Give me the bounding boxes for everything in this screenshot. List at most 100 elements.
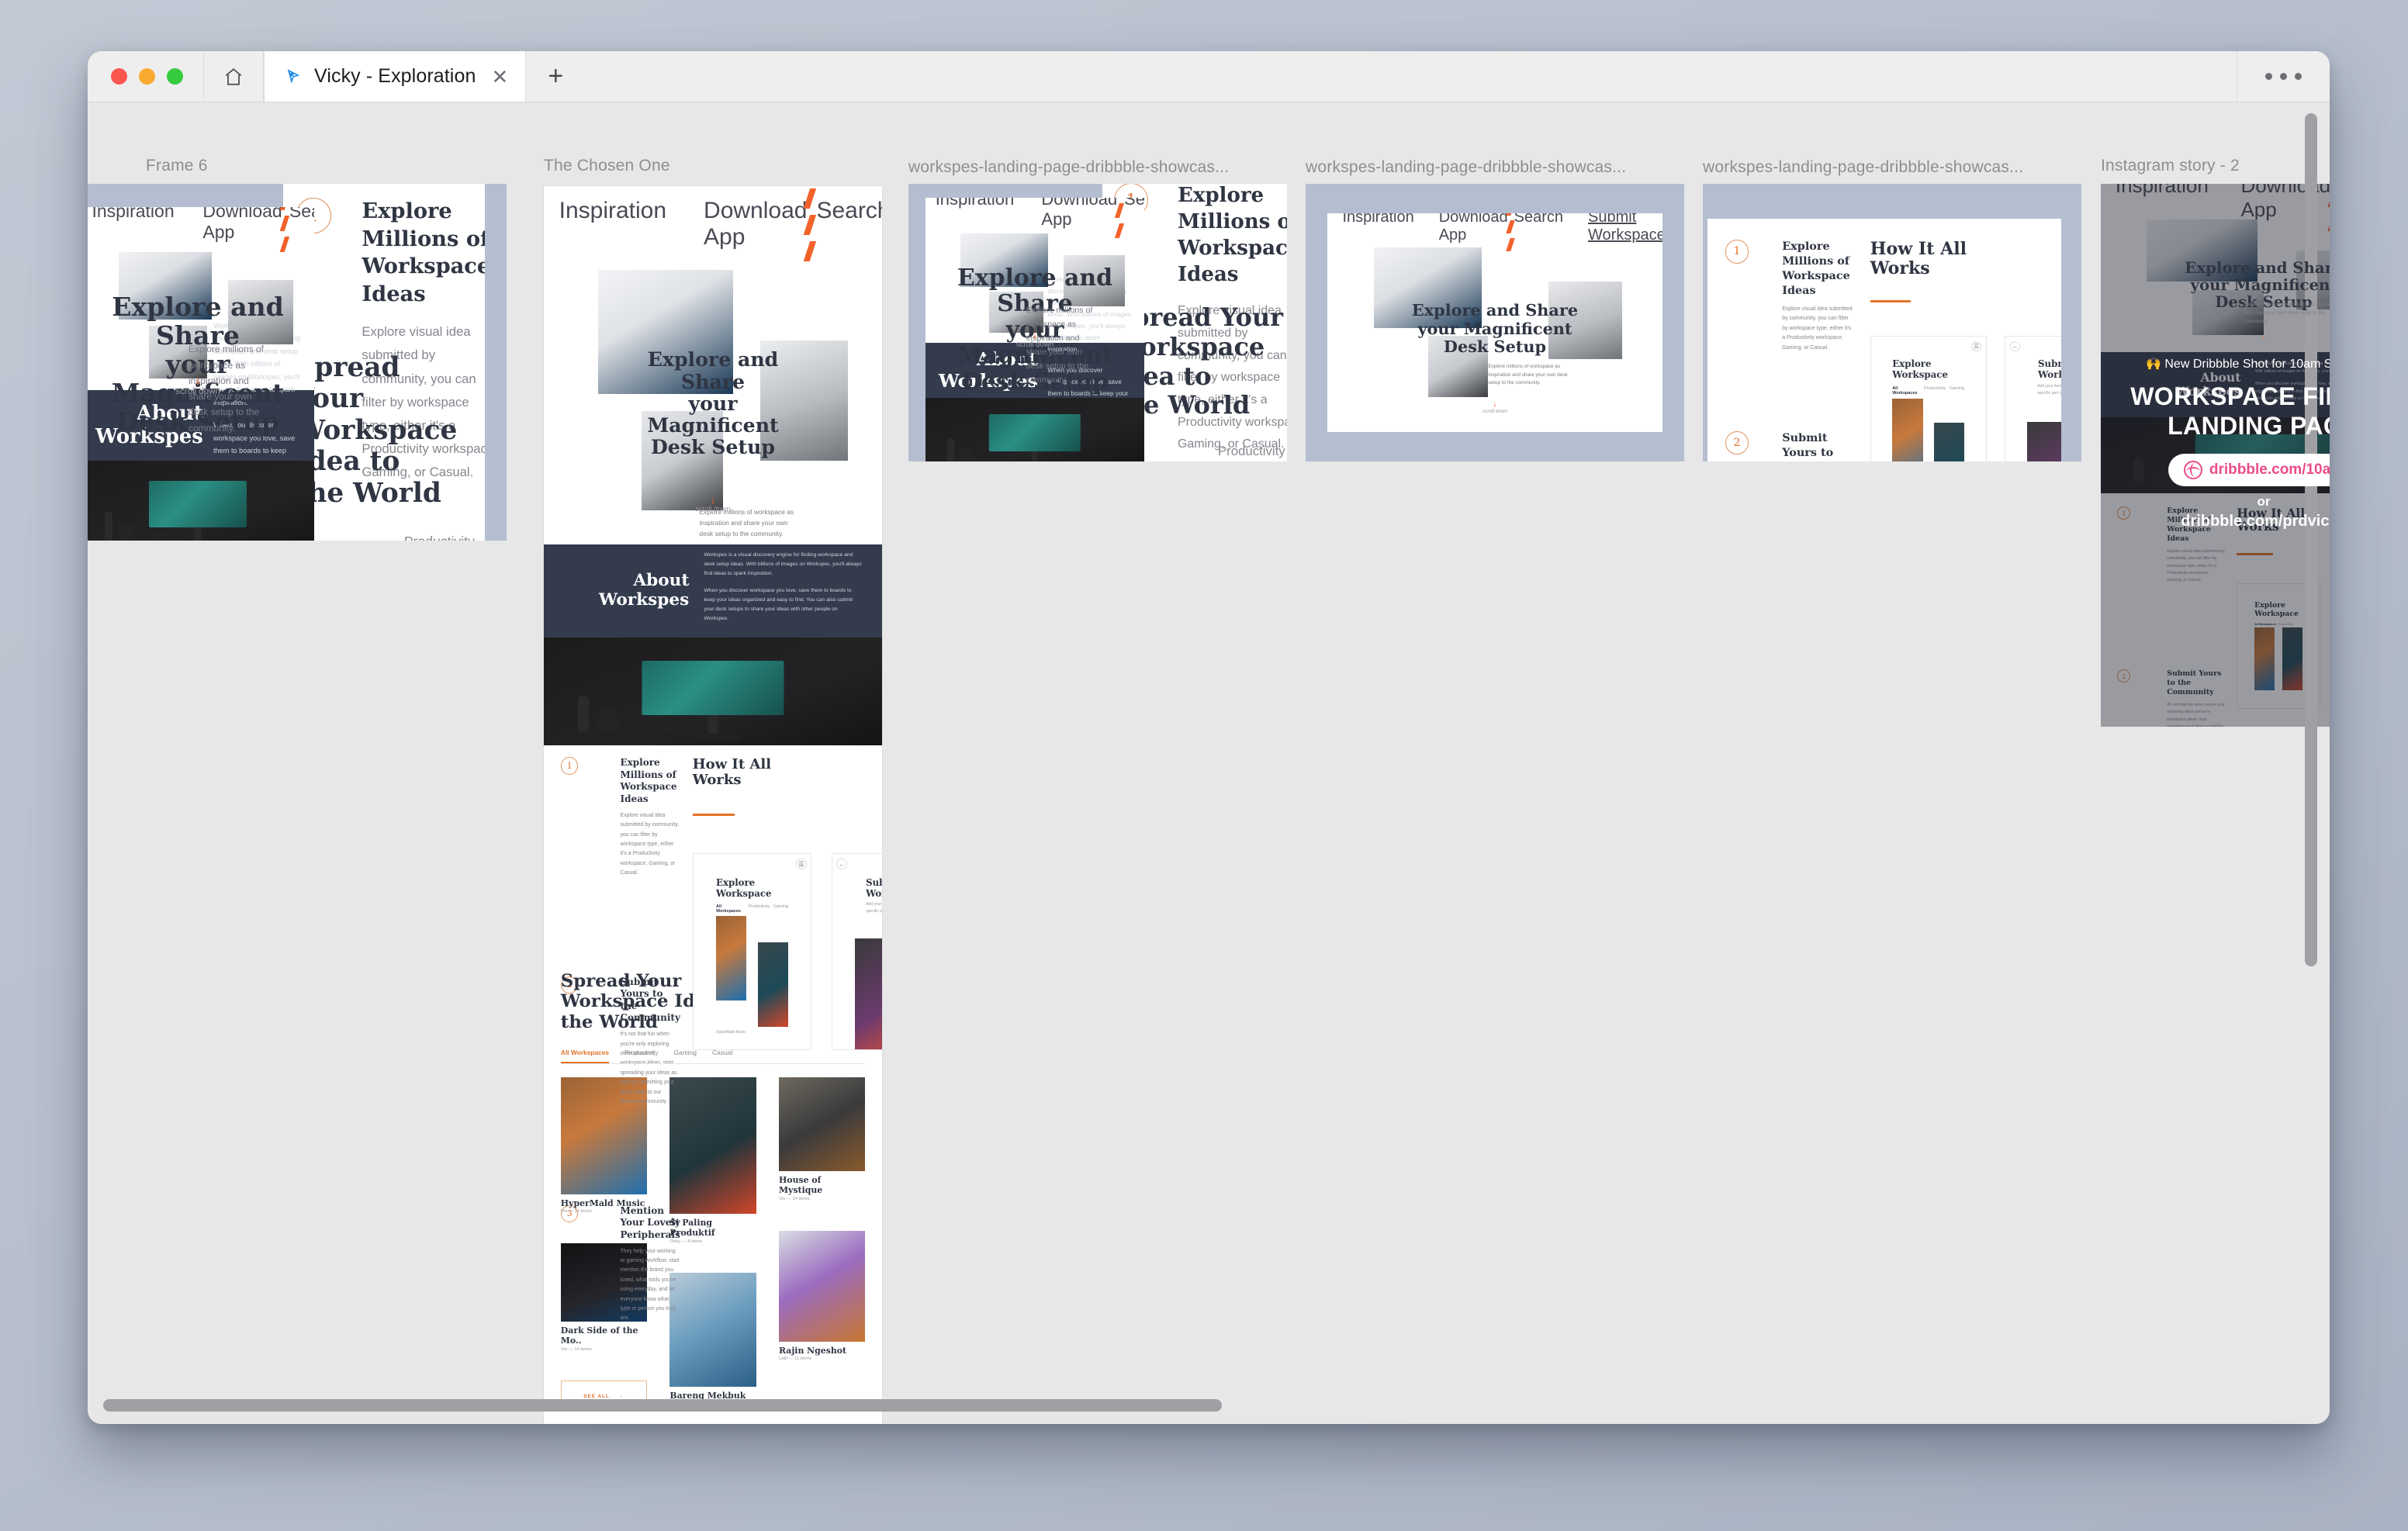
hero-section: Explore and Share your Magnificent Desk …: [925, 222, 1144, 395]
how-it-works-section: 1 Explore Millions of Workspace Ideas Ex…: [544, 745, 882, 1321]
plant-shape: [119, 522, 133, 541]
card-tabs[interactable]: All Workspaces Productivity Gaming: [716, 904, 788, 914]
monitor-stand-shape: [1031, 451, 1039, 461]
gallery-tab-all[interactable]: All Workspaces: [560, 1049, 610, 1064]
arrow-down-icon: ↓: [710, 493, 716, 506]
site-nav[interactable]: Inspiration Download App Search Submit W…: [544, 186, 882, 261]
hero-title: Explore and Share your Magnificent Desk …: [1411, 300, 1579, 356]
gallery-tab-casual[interactable]: Casual: [712, 1049, 732, 1057]
how-title: How It All Works: [692, 756, 772, 788]
titlebar-spacer: [585, 51, 2237, 102]
gallery-tabs[interactable]: All Workspaces Productivity Gaming Casua…: [560, 1049, 866, 1064]
title-bar: Vicky - Exploration ✕ +: [88, 51, 2330, 102]
card-tab-productivity[interactable]: Productivity: [1924, 386, 1946, 396]
gallery-photo: [669, 1077, 756, 1214]
submit-workspace-card[interactable]: ← Submit Workspace Add your items by tag…: [831, 853, 882, 1050]
more-options-icon: [2265, 73, 2272, 80]
bottle-shape: [577, 695, 589, 733]
home-icon: [225, 67, 242, 85]
close-window-button[interactable]: [111, 68, 127, 85]
showcase-1-board[interactable]: 1 Explore Millions of Workspace Ideas Ex…: [908, 184, 1287, 461]
step-title: Explore Millions of Workspace Ideas: [620, 757, 677, 804]
close-icon[interactable]: ✕: [491, 67, 508, 87]
gallery-item[interactable]: Rajin Ngeshot Latif — 11 items: [778, 1230, 866, 1361]
site-nav[interactable]: InspirationDownload App SearchSubmit Wor…: [925, 198, 1144, 238]
frame-6-board[interactable]: 1 Explore Millions of Workspace Ideas Ex…: [88, 184, 507, 541]
instagram-story-frame[interactable]: InspirationDownload App SearchSubmit Wor…: [2101, 184, 2330, 727]
gallery-tab-gaming[interactable]: Gaming: [674, 1049, 697, 1057]
showcase1-page-front[interactable]: InspirationDownload App SearchSubmit Wor…: [925, 198, 1144, 461]
monitor-stand-shape: [194, 527, 202, 541]
gallery-tab-productivity[interactable]: Productivity: [404, 534, 475, 541]
explore-workspace-card[interactable]: Explore Workspace ☰ All Workspaces Produ…: [692, 853, 812, 1050]
nav-inspiration[interactable]: Inspiration: [559, 198, 666, 251]
menu-icon[interactable]: ☰: [796, 859, 807, 869]
keyboard-shape: [652, 733, 740, 741]
site-nav[interactable]: InspirationDownload App SearchSubmit Wor…: [1327, 213, 1662, 251]
gallery-item[interactable]: House of Mystique Vio — 14 items: [778, 1077, 866, 1201]
card-tab-gaming[interactable]: Gaming: [1950, 386, 1964, 396]
how-title: How It All Works: [1870, 239, 1967, 278]
app-window: Vicky - Exploration ✕ + Frame 6 The Chos…: [88, 51, 2330, 1424]
nav-download-app[interactable]: Download App: [704, 198, 807, 251]
maximize-window-button[interactable]: [167, 68, 183, 85]
card-tab-all[interactable]: All Workspaces: [716, 904, 745, 914]
story-or-label: or: [2257, 494, 2271, 509]
nav-search[interactable]: Search: [816, 198, 882, 251]
card-tab-all[interactable]: All Workspaces: [1892, 386, 1920, 396]
scroll-down-indicator[interactable]: ↓ scroll down: [175, 373, 220, 396]
back-arrow-icon[interactable]: ←: [836, 859, 847, 869]
more-options-button[interactable]: [2237, 51, 2330, 102]
accent-rule: [1870, 299, 1912, 303]
step-body: Explore visual idea submitted by communi…: [620, 812, 680, 876]
explore-workspace-card[interactable]: Explore Workspace ☰ All Workspaces Produ…: [1870, 336, 1987, 461]
story-kicker: 🙌 New Dribbble Shot for 10am Studio! 🏀: [2146, 358, 2330, 371]
tab-label: Vicky - Exploration: [314, 65, 476, 87]
card-tab-gaming[interactable]: Gaming: [773, 904, 788, 914]
gallery-tab-productivity[interactable]: Productivity: [1218, 444, 1285, 461]
dribbble-link-pill[interactable]: dribbble.com/10am: [2168, 454, 2330, 486]
gallery-tab-productivity[interactable]: Productivity: [624, 1049, 658, 1057]
minimize-window-button[interactable]: [139, 68, 155, 85]
showcase3-page[interactable]: 1 Explore Millions of Workspace Ideas Ex…: [1707, 219, 2061, 461]
design-canvas[interactable]: Frame 6 The Chosen One workspes-landing-…: [88, 102, 2330, 1424]
frame-label-chosen-one[interactable]: The Chosen One: [544, 157, 670, 175]
showcase-3-board[interactable]: 1 Explore Millions of Workspace Ideas Ex…: [1703, 184, 2081, 461]
card-tab-productivity[interactable]: Productivity: [748, 904, 770, 914]
vertical-scrollbar[interactable]: [2305, 113, 2317, 966]
frame-label-showcase-1[interactable]: workspes-landing-page-dribbble-showcas..…: [908, 158, 1229, 177]
gallery-photo: [778, 1077, 866, 1172]
story-alt-url: dribbble.com/prdvicky: [2181, 513, 2330, 530]
card-title: Submit Workspace: [866, 876, 882, 900]
frame-label-showcase-2[interactable]: workspes-landing-page-dribbble-showcas..…: [1306, 158, 1626, 177]
frame-label-instagram[interactable]: Instagram story - 2: [2101, 157, 2240, 175]
scroll-down-label: scroll down: [695, 505, 731, 513]
gallery-item[interactable]: Bareng Mekbuk Faris — 6 items: [669, 1273, 756, 1407]
menu-icon[interactable]: ☰: [1970, 340, 1982, 352]
scroll-down-indicator[interactable]: ↓ scroll down: [1016, 330, 1054, 350]
new-tab-button[interactable]: +: [526, 51, 585, 102]
site-nav[interactable]: Inspiration Download App Search Submit W…: [88, 207, 314, 252]
about-photo: [925, 398, 1144, 461]
hero-title: Explore and Share your Magnificent Desk …: [647, 347, 779, 459]
step-number: 1: [560, 757, 579, 775]
card-tabs[interactable]: All Workspaces Productivity Gaming: [1892, 386, 1964, 396]
back-arrow-icon[interactable]: ←: [2009, 340, 2021, 352]
chosen-one-frame[interactable]: Inspiration Download App Search Submit W…: [544, 186, 882, 1424]
arrow-down-icon: ↓: [1493, 400, 1497, 410]
pen-tool-icon: [287, 68, 300, 84]
gallery-tabs[interactable]: All Workspaces Productivity Gaming Casua…: [296, 534, 475, 541]
horizontal-scrollbar[interactable]: [103, 1399, 1222, 1412]
gallery-name: HyperMald Music: [560, 1197, 645, 1208]
submit-workspace-card[interactable]: ← Submit Workspace Add your items by tag…: [2005, 336, 2061, 461]
showcase2-page[interactable]: Inspiration Download App Search Submit Wor…: [1327, 213, 1662, 432]
scroll-down-indicator[interactable]: ↓ scroll down: [695, 495, 730, 513]
frame6-page-front[interactable]: Inspiration Download App Search Submit W…: [88, 207, 314, 541]
scroll-down-indicator[interactable]: ↓ scroll down: [1483, 401, 1507, 414]
showcase-2-board[interactable]: Inspiration Download App Search Submit Wor…: [1306, 184, 1684, 461]
tab-vicky-exploration[interactable]: Vicky - Exploration ✕: [264, 51, 527, 102]
gallery-item[interactable]: Si Paling Produktif Onky — 8 items: [669, 1077, 756, 1244]
frame-label-frame6[interactable]: Frame 6: [146, 157, 208, 175]
home-button[interactable]: [204, 51, 263, 102]
frame-label-showcase-3[interactable]: workspes-landing-page-dribbble-showcas..…: [1703, 158, 2023, 177]
